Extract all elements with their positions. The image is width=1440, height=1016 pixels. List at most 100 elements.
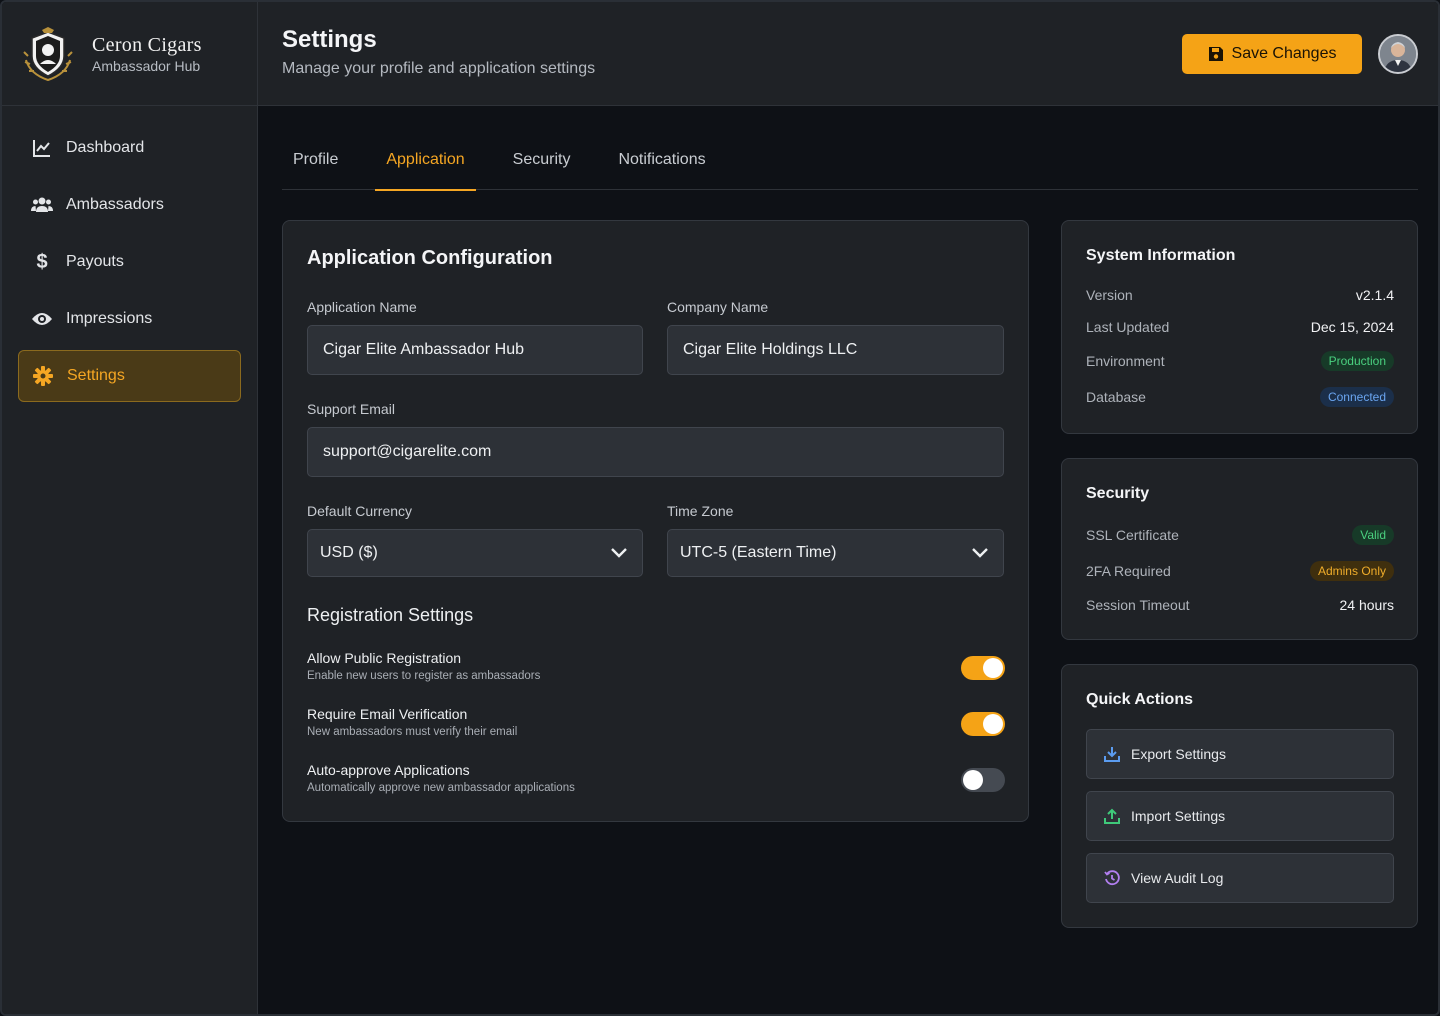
default-currency-select[interactable]: USD ($) <box>307 529 643 577</box>
sidebar-item-payouts[interactable]: $ Payouts <box>18 236 241 288</box>
status-badge: Connected <box>1319 387 1394 407</box>
toggle-title: Allow Public Registration <box>307 650 462 666</box>
chevron-down-icon <box>611 548 627 558</box>
page-title: Settings <box>282 26 377 53</box>
company-name-input[interactable]: Cigar Elite Holdings LLC <box>667 325 1004 375</box>
security-card: Security SSL Certificate Valid 2FA Requi… <box>1061 458 1418 640</box>
card-title: System Information <box>1086 247 1236 264</box>
time-zone-label: Time Zone <box>667 503 734 519</box>
toggle-description: New ambassadors must verify their email <box>307 726 518 738</box>
users-icon <box>30 193 54 217</box>
toggle-row-auto-approve: Auto-approve Applications Automatically … <box>307 762 1005 802</box>
sidebar-nav: Dashboard Ambassadors $ Payouts Impressi… <box>2 106 257 402</box>
version-label: Version <box>1086 287 1133 303</box>
gear-icon <box>31 364 55 388</box>
default-currency-value: USD ($) <box>320 544 378 561</box>
brand-name: Ceron Cigars <box>92 33 202 56</box>
ssl-row: SSL Certificate Valid <box>1086 524 1394 546</box>
export-settings-button[interactable]: Export Settings <box>1086 729 1394 779</box>
history-icon <box>1103 869 1121 887</box>
version-value: v2.1.4 <box>1355 287 1394 303</box>
support-email-input[interactable]: support@cigarelite.com <box>307 427 1004 477</box>
avatar[interactable] <box>1378 34 1418 74</box>
system-information-card: System Information Version v2.1.4 Last U… <box>1061 220 1418 434</box>
view-audit-log-button[interactable]: View Audit Log <box>1086 853 1394 903</box>
toggle-knob <box>983 714 1003 734</box>
sidebar: Ceron Cigars Ambassador Hub Dashboard Am… <box>2 2 258 1014</box>
brand-subtitle: Ambassador Hub <box>92 57 201 74</box>
last-updated-label: Last Updated <box>1086 319 1170 335</box>
toggle-knob <box>983 658 1003 678</box>
sidebar-item-label: Payouts <box>66 253 124 270</box>
tab-profile[interactable]: Profile <box>282 130 349 190</box>
card-title: Security <box>1086 485 1150 502</box>
chart-line-icon <box>30 136 54 160</box>
toggle-title: Require Email Verification <box>307 706 468 722</box>
upload-icon <box>1103 807 1121 825</box>
session-timeout-value: 24 hours <box>1339 597 1394 613</box>
tab-security[interactable]: Security <box>502 130 582 190</box>
toggle-title: Auto-approve Applications <box>307 762 470 778</box>
sidebar-item-dashboard[interactable]: Dashboard <box>18 122 241 174</box>
tab-notifications[interactable]: Notifications <box>607 130 716 190</box>
last-updated-row: Last Updated Dec 15, 2024 <box>1086 316 1394 338</box>
email-verification-toggle[interactable] <box>961 712 1005 736</box>
environment-row: Environment Production <box>1086 350 1394 372</box>
twofa-row: 2FA Required Admins Only <box>1086 560 1394 582</box>
toggle-row-email-verification: Require Email Verification New ambassado… <box>307 706 1005 746</box>
status-badge: Valid <box>1352 525 1394 545</box>
brand: Ceron Cigars Ambassador Hub <box>2 2 257 106</box>
import-settings-button[interactable]: Import Settings <box>1086 791 1394 841</box>
database-row: Database Connected <box>1086 386 1394 408</box>
toggle-knob <box>963 770 983 790</box>
save-changes-label: Save Changes <box>1231 45 1337 62</box>
card-title: Application Configuration <box>307 247 553 269</box>
page-subtitle: Manage your profile and application sett… <box>282 60 596 77</box>
toggle-description: Automatically approve new ambassador app… <box>307 782 575 794</box>
tab-application[interactable]: Application <box>375 130 476 191</box>
export-settings-label: Export Settings <box>1131 746 1226 762</box>
download-icon <box>1103 745 1121 763</box>
sidebar-item-settings[interactable]: Settings <box>18 350 241 402</box>
session-timeout-row: Session Timeout 24 hours <box>1086 594 1394 616</box>
card-title: Quick Actions <box>1086 691 1193 708</box>
version-row: Version v2.1.4 <box>1086 284 1394 306</box>
status-badge: Production <box>1320 351 1394 371</box>
auto-approve-toggle[interactable] <box>961 768 1005 792</box>
sidebar-item-label: Impressions <box>66 310 153 327</box>
user-avatar-icon <box>1380 36 1416 72</box>
sidebar-item-label: Dashboard <box>66 139 145 156</box>
registration-settings-heading: Registration Settings <box>307 605 474 625</box>
toggle-description: Enable new users to register as ambassad… <box>307 670 541 682</box>
eye-icon <box>30 307 54 331</box>
session-timeout-label: Session Timeout <box>1086 597 1190 613</box>
settings-tabs: Profile Application Security Notificatio… <box>282 130 1418 191</box>
ssl-label: SSL Certificate <box>1086 527 1179 543</box>
environment-label: Environment <box>1086 353 1165 369</box>
time-zone-select[interactable]: UTC-5 (Eastern Time) <box>667 529 1004 577</box>
company-name-label: Company Name <box>667 299 769 315</box>
chevron-down-icon <box>972 548 988 558</box>
quick-actions-card: Quick Actions Export Settings Import Set… <box>1061 664 1418 928</box>
application-configuration-card: Application Configuration Application Na… <box>282 220 1029 822</box>
application-name-input[interactable]: Cigar Elite Ambassador Hub <box>307 325 643 375</box>
sidebar-item-label: Ambassadors <box>66 196 164 213</box>
application-name-label: Application Name <box>307 299 417 315</box>
time-zone-value: UTC-5 (Eastern Time) <box>680 544 837 561</box>
app-window: Ceron Cigars Ambassador Hub Dashboard Am… <box>0 0 1440 1016</box>
toggle-row-public-registration: Allow Public Registration Enable new use… <box>307 650 1005 690</box>
dollar-icon: $ <box>36 250 48 273</box>
import-settings-label: Import Settings <box>1131 808 1226 824</box>
sidebar-item-impressions[interactable]: Impressions <box>18 293 241 345</box>
save-icon <box>1208 47 1223 61</box>
save-changes-button[interactable]: Save Changes <box>1182 34 1362 74</box>
database-label: Database <box>1086 389 1146 405</box>
page-header: Settings Manage your profile and applica… <box>258 2 1438 106</box>
sidebar-item-ambassadors[interactable]: Ambassadors <box>18 179 241 231</box>
twofa-label: 2FA Required <box>1086 563 1171 579</box>
sidebar-item-label: Settings <box>67 367 125 384</box>
status-badge: Admins Only <box>1309 561 1394 581</box>
view-audit-log-label: View Audit Log <box>1131 870 1224 886</box>
public-registration-toggle[interactable] <box>961 656 1005 680</box>
default-currency-label: Default Currency <box>307 503 413 519</box>
